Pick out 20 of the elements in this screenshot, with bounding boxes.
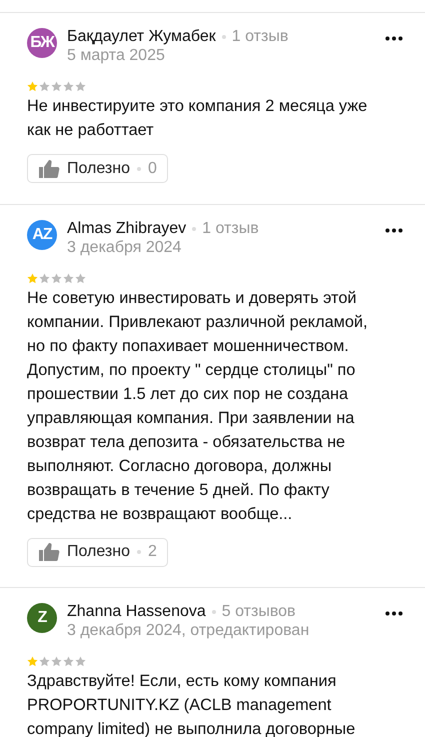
thumbs-up-icon: [38, 542, 60, 562]
review-count: 5 отзывов: [222, 603, 296, 621]
author-name[interactable]: Бақдаулет Жумабек: [67, 28, 216, 46]
review-date: 3 декабря 2024, отредактирован: [67, 622, 310, 640]
helpful-button[interactable]: Полезно 2: [27, 538, 168, 566]
author-name[interactable]: Zhanna Hassenova: [67, 603, 206, 621]
more-options-icon[interactable]: [385, 36, 403, 41]
thumbs-up-icon: [38, 158, 60, 178]
review-date: 5 марта 2025: [67, 47, 166, 65]
author-name[interactable]: Almas Zhibrayev: [67, 220, 186, 238]
user-avatar[interactable]: Z: [27, 603, 57, 633]
more-options-icon[interactable]: [385, 611, 403, 616]
review-count: 1 отзыв: [232, 28, 288, 46]
review-text: Не инвестируите это компания 2 месяца уже как не работтает: [27, 96, 368, 141]
helpful-button[interactable]: Полезно 0: [27, 154, 168, 183]
more-options-icon[interactable]: [385, 228, 403, 232]
review-count: 1 отзыв: [202, 220, 259, 238]
review-text: Не советую инвестировать и доверять этой компании. Привлекают различной рекламой, но по факту попахивает мошенничеством. Допустим, по проекту " сердце столицы" по прошествии 1.5 лет до сих пор не создана управляющая компания. При заявлении на возврат тела депозита - обязательства не выполняют. Согласно договора, должны возвращать в течение 5 дней. По факту средства не возвращают вообще...: [27, 288, 368, 524]
review-date: 3 декабря 2024: [67, 238, 182, 256]
user-avatar[interactable]: БЖ: [27, 28, 57, 58]
